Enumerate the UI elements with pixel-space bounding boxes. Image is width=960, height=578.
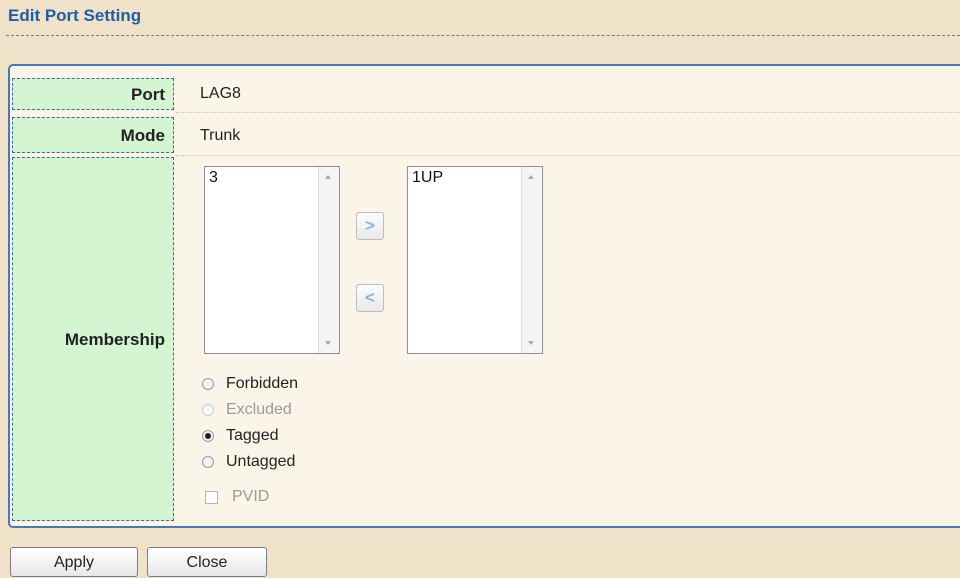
- membership-label-cell: Membership: [12, 157, 174, 521]
- radio-untagged[interactable]: Untagged: [202, 451, 295, 473]
- list-item[interactable]: 1UP: [412, 169, 443, 187]
- remove-button[interactable]: <: [356, 284, 384, 312]
- row-divider: [176, 112, 960, 113]
- radio-label: Forbidden: [226, 375, 299, 392]
- radio-button: [202, 404, 214, 416]
- apply-button[interactable]: Apply: [10, 547, 138, 577]
- radio-label: Tagged: [226, 427, 279, 444]
- mode-label: Mode: [120, 126, 165, 145]
- radio-label: Untagged: [226, 453, 296, 470]
- pvid-option[interactable]: PVID: [205, 486, 269, 508]
- scroll-up-icon[interactable]: [325, 175, 331, 179]
- radio-forbidden[interactable]: Forbidden: [202, 373, 298, 395]
- scroll-down-icon[interactable]: [528, 341, 534, 345]
- available-vlan-list[interactable]: 3: [204, 166, 340, 354]
- scrollbar[interactable]: [521, 167, 542, 353]
- mode-value: Trunk: [200, 127, 241, 144]
- radio-label: Excluded: [226, 401, 292, 418]
- port-value: LAG8: [200, 85, 241, 102]
- mode-label-cell: Mode: [12, 117, 174, 153]
- membership-label: Membership: [64, 330, 165, 349]
- radio-button[interactable]: [202, 430, 214, 442]
- page-title: Edit Port Setting: [8, 6, 142, 25]
- radio-tagged[interactable]: Tagged: [202, 425, 279, 447]
- pvid-label: PVID: [232, 488, 270, 505]
- radio-button[interactable]: [202, 378, 214, 390]
- close-button[interactable]: Close: [147, 547, 267, 577]
- radio-excluded: Excluded: [202, 399, 292, 421]
- pvid-checkbox[interactable]: [205, 490, 218, 504]
- scrollbar[interactable]: [318, 167, 339, 353]
- title-divider: [6, 35, 960, 36]
- scroll-down-icon[interactable]: [325, 341, 331, 345]
- port-label-cell: Port: [12, 78, 174, 110]
- row-divider: [176, 155, 960, 156]
- list-item[interactable]: 3: [209, 169, 218, 187]
- radio-button[interactable]: [202, 456, 214, 468]
- add-button[interactable]: >: [356, 212, 384, 240]
- selected-vlan-list[interactable]: 1UP: [407, 166, 543, 354]
- scroll-up-icon[interactable]: [528, 175, 534, 179]
- port-label: Port: [131, 85, 165, 104]
